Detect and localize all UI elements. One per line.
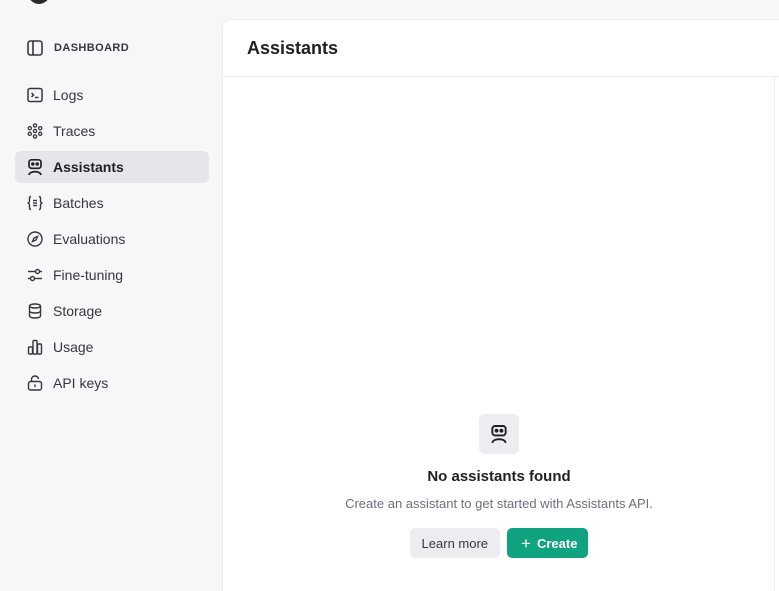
sidebar-item-label: Batches bbox=[53, 195, 104, 211]
sliders-icon bbox=[26, 266, 44, 284]
sidebar-item-label: Assistants bbox=[53, 159, 124, 175]
sidebar-item-assistants[interactable]: Assistants bbox=[15, 151, 209, 183]
terminal-icon bbox=[26, 86, 44, 104]
learn-more-button[interactable]: Learn more bbox=[409, 528, 501, 558]
main-panel: Assistants No assistants found Create an… bbox=[222, 19, 779, 591]
sidebar-item-batches[interactable]: Batches bbox=[15, 187, 209, 219]
empty-state-subtitle: Create an assistant to get started with … bbox=[345, 496, 653, 511]
page-header: Assistants bbox=[223, 20, 779, 77]
database-icon bbox=[26, 302, 44, 320]
sidebar-item-label: Logs bbox=[53, 87, 84, 103]
sidebar-item-label: Evaluations bbox=[53, 231, 126, 247]
sidebar-nav: Logs Traces Assistants Batches Evaluatio… bbox=[15, 79, 209, 403]
sidebar-item-label: Fine-tuning bbox=[53, 267, 124, 283]
sidebar-item-api-keys[interactable]: API keys bbox=[15, 367, 209, 399]
robot-icon bbox=[479, 414, 519, 454]
sidebar-toggle-icon[interactable] bbox=[26, 39, 44, 57]
sidebar-item-label: Usage bbox=[53, 339, 94, 355]
sidebar-item-usage[interactable]: Usage bbox=[15, 331, 209, 363]
dashboard-label: DASHBOARD bbox=[54, 42, 130, 54]
sidebar: DASHBOARD Logs Traces Assistants Batches… bbox=[4, 0, 222, 591]
empty-state-actions: Learn more + Create bbox=[223, 528, 775, 558]
sidebar-item-storage[interactable]: Storage bbox=[15, 295, 209, 327]
empty-state: No assistants found Create an assistant … bbox=[223, 414, 775, 558]
lock-icon bbox=[26, 374, 44, 392]
plus-icon: + bbox=[521, 533, 531, 553]
dashboard-header[interactable]: DASHBOARD bbox=[26, 38, 129, 58]
empty-state-title: No assistants found bbox=[427, 468, 571, 485]
compass-icon bbox=[26, 230, 44, 248]
app-root: DASHBOARD Logs Traces Assistants Batches… bbox=[4, 0, 779, 591]
page-title: Assistants bbox=[247, 37, 339, 58]
sidebar-item-logs[interactable]: Logs bbox=[15, 79, 209, 111]
robot-icon bbox=[26, 158, 44, 176]
braces-icon bbox=[26, 194, 44, 212]
sidebar-item-evaluations[interactable]: Evaluations bbox=[15, 223, 209, 255]
create-button[interactable]: + Create bbox=[507, 528, 589, 558]
traces-icon bbox=[26, 122, 44, 140]
sidebar-item-fine-tuning[interactable]: Fine-tuning bbox=[15, 259, 209, 291]
sidebar-item-traces[interactable]: Traces bbox=[15, 115, 209, 147]
sidebar-item-label: Storage bbox=[53, 303, 103, 319]
sidebar-item-label: Traces bbox=[53, 123, 96, 139]
bar-chart-icon bbox=[26, 338, 44, 356]
create-button-label: Create bbox=[536, 535, 578, 551]
sidebar-item-label: API keys bbox=[53, 375, 109, 391]
